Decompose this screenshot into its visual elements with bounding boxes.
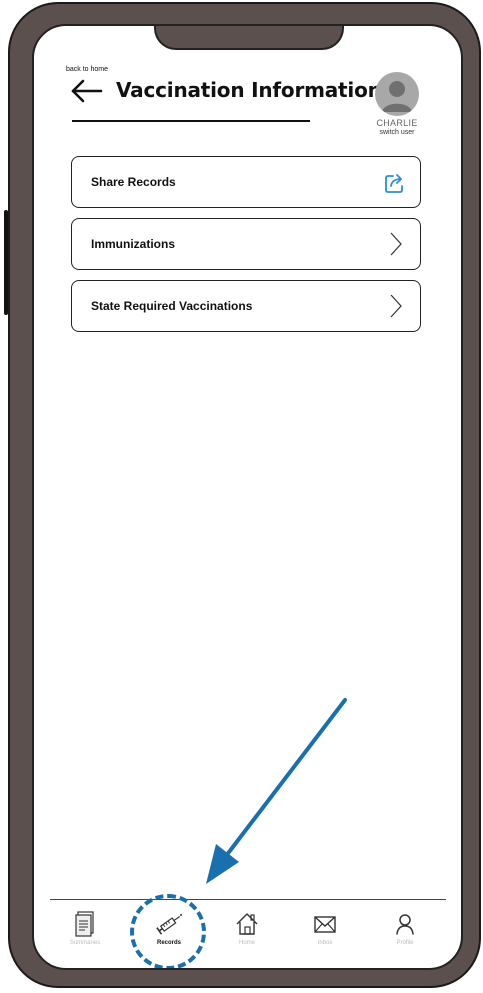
menu-item-label: Share Records — [91, 175, 176, 189]
nav-label-records: Records — [156, 940, 181, 946]
chevron-right-icon — [390, 232, 402, 256]
title-underline — [72, 120, 310, 122]
nav-item-records[interactable]: Records — [136, 911, 202, 961]
user-avatar-icon — [382, 81, 412, 112]
chevron-right-icon — [390, 294, 402, 318]
syringe-icon — [156, 914, 182, 935]
state-required-vaccinations-button[interactable]: State Required Vaccinations — [71, 280, 421, 332]
nav-item-profile[interactable]: Profile — [372, 911, 438, 961]
back-to-home-link[interactable]: back to home — [66, 66, 108, 73]
back-arrow-icon[interactable] — [70, 79, 104, 103]
envelope-icon — [314, 916, 336, 933]
share-records-button[interactable]: Share Records — [71, 156, 421, 208]
page-title: Vaccination Information — [116, 78, 382, 102]
home-icon — [236, 913, 258, 935]
nav-label-profile: Profile — [396, 940, 414, 946]
document-icon — [75, 911, 94, 937]
nav-item-summaries[interactable]: Summaries — [52, 911, 118, 961]
person-icon — [396, 914, 414, 935]
immunizations-button[interactable]: Immunizations — [71, 218, 421, 270]
avatar[interactable] — [375, 72, 419, 116]
share-icon — [385, 174, 403, 193]
phone-notch — [154, 26, 344, 50]
nav-item-inbox[interactable]: Inbox — [292, 911, 358, 961]
nav-divider — [50, 899, 446, 900]
nav-label-home: Home — [238, 940, 255, 946]
nav-item-home[interactable]: Home — [214, 911, 280, 961]
phone-screen: back to home Vaccination Information CHA… — [32, 24, 463, 970]
menu-item-label: State Required Vaccinations — [91, 299, 253, 313]
nav-label-summaries: Summaries — [69, 940, 101, 946]
menu-item-label: Immunizations — [91, 237, 176, 251]
nav-label-inbox: Inbox — [317, 940, 333, 946]
app-stage: back to home Vaccination Information CHA… — [0, 0, 483, 993]
user-name: CHARLIE — [376, 118, 418, 128]
switch-user-link[interactable]: switch user — [364, 129, 430, 136]
